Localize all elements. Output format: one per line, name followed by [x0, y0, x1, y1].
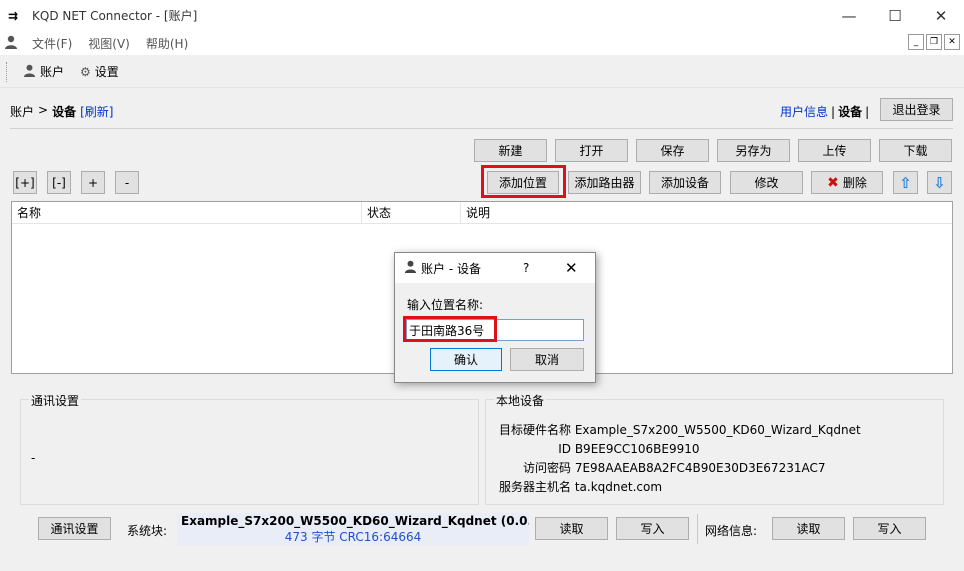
title-bar: ⇉ KQD NET Connector - [账户] — ☐ ✕: [0, 0, 964, 31]
column-header-name[interactable]: 名称: [12, 202, 362, 223]
comm-settings-group: 通讯设置 -: [20, 392, 479, 505]
breadcrumb-root[interactable]: 账户: [10, 103, 34, 120]
confirm-button[interactable]: 确认: [430, 348, 502, 371]
refresh-link[interactable]: [刷新]: [80, 103, 113, 120]
dialog-title: 账户 - 设备: [421, 261, 481, 276]
breadcrumb: 账户 > 设备 [刷新]: [10, 103, 113, 120]
network-info-label: 网络信息:: [705, 524, 758, 538]
system-block-read-button[interactable]: 读取: [535, 517, 608, 540]
user-icon: [4, 35, 18, 52]
toolbar-account-button[interactable]: 账户: [15, 63, 72, 80]
collapse-all-button[interactable]: [-]: [47, 171, 71, 194]
expand-button[interactable]: +: [81, 171, 105, 194]
system-block-label: 系统块:: [127, 524, 168, 538]
app-logo-icon: ⇉: [8, 8, 19, 23]
mdi-minimize-button[interactable]: _: [908, 34, 924, 50]
comm-settings-value: -: [31, 451, 36, 465]
add-router-button[interactable]: 添加路由器: [568, 171, 641, 194]
id-value: B9EE9CC106BE9910: [574, 442, 700, 456]
location-name-prompt: 输入位置名称:: [407, 298, 484, 312]
mdi-close-button[interactable]: ✕: [944, 34, 960, 50]
menu-file[interactable]: 文件(F): [24, 35, 80, 52]
download-button[interactable]: 下载: [879, 139, 952, 162]
comm-settings-button[interactable]: 通讯设置: [38, 517, 111, 540]
local-device-info: 目标硬件名称 Example_S7x200_W5500_KD60_Wizard_…: [497, 421, 861, 497]
close-button[interactable]: ✕: [918, 0, 964, 31]
system-block-size: 473 字节 CRC16:64664: [284, 530, 422, 544]
hardware-name-value: Example_S7x200_W5500_KD60_Wizard_Kqdnet: [574, 423, 861, 437]
save-button[interactable]: 保存: [636, 139, 709, 162]
cancel-button[interactable]: 取消: [510, 348, 584, 371]
menu-help[interactable]: 帮助(H): [138, 35, 196, 52]
upload-button[interactable]: 上传: [798, 139, 871, 162]
network-read-button[interactable]: 读取: [772, 517, 845, 540]
move-up-button[interactable]: ⇧: [893, 171, 918, 194]
link-separator: |: [865, 104, 870, 119]
breadcrumb-separator: >: [38, 103, 49, 117]
delete-x-icon: ✖: [827, 174, 839, 191]
toolbar-account-label: 账户: [40, 65, 65, 79]
hardware-name-label: 目标硬件名称: [498, 423, 571, 437]
devices-link[interactable]: 设备: [838, 103, 862, 120]
dialog-title-bar: 账户 - 设备 ? ✕: [395, 253, 595, 283]
table-header: 名称 状态 说明: [12, 202, 952, 224]
modify-button[interactable]: 修改: [730, 171, 803, 194]
comm-settings-title: 通讯设置: [29, 392, 82, 409]
collapse-button[interactable]: -: [115, 171, 139, 194]
add-device-button[interactable]: 添加设备: [649, 171, 721, 194]
maximize-button[interactable]: ☐: [872, 0, 918, 31]
link-separator: |: [831, 104, 836, 119]
gear-icon: ⚙: [80, 64, 91, 79]
add-location-button[interactable]: 添加位置: [487, 171, 559, 194]
mdi-restore-button[interactable]: ❐: [926, 34, 942, 50]
open-button[interactable]: 打开: [555, 139, 628, 162]
password-label: 访问密码: [522, 461, 571, 475]
user-icon: [23, 64, 36, 80]
add-location-dialog: 账户 - 设备 ? ✕ 输入位置名称: 确认 取消: [394, 252, 596, 383]
password-value: 7E98AAEAB8A2FC4B90E30D3E67231AC7: [574, 461, 826, 475]
arrow-up-icon: ⇧: [899, 173, 912, 192]
column-header-description[interactable]: 说明: [461, 202, 952, 223]
network-write-button[interactable]: 写入: [853, 517, 926, 540]
status-separator: [697, 514, 698, 544]
save-as-button[interactable]: 另存为: [717, 139, 790, 162]
delete-label: 删除: [842, 176, 867, 190]
toolbar: 账户 ⚙ 设置: [0, 56, 964, 88]
id-label: ID: [558, 442, 571, 456]
system-block-info: Example_S7x200_W5500_KD60_Wizard_Kqdnet …: [177, 513, 529, 545]
user-links: 用户信息 | 设备 |: [780, 103, 872, 120]
column-header-status[interactable]: 状态: [362, 202, 461, 223]
user-info-link[interactable]: 用户信息: [780, 103, 828, 120]
dialog-help-button[interactable]: ?: [523, 261, 529, 275]
move-down-button[interactable]: ⇩: [927, 171, 952, 194]
server-host-value: ta.kqdnet.com: [574, 480, 663, 494]
dialog-close-button[interactable]: ✕: [565, 259, 578, 277]
server-host-label: 服务器主机名: [498, 480, 571, 494]
logout-button[interactable]: 退出登录: [880, 98, 953, 121]
breadcrumb-current: 设备: [52, 105, 77, 119]
system-block-write-button[interactable]: 写入: [616, 517, 689, 540]
menu-view[interactable]: 视图(V): [80, 35, 138, 52]
local-device-title: 本地设备: [494, 392, 547, 409]
toolbar-settings-button[interactable]: ⚙ 设置: [72, 63, 127, 80]
new-button[interactable]: 新建: [474, 139, 547, 162]
divider: [10, 128, 953, 129]
expand-all-button[interactable]: [+]: [13, 171, 37, 194]
user-icon: [404, 260, 417, 276]
toolbar-grip: [6, 61, 9, 82]
toolbar-settings-label: 设置: [94, 65, 119, 79]
menu-bar: 文件(F) 视图(V) 帮助(H) _ ❐ ✕: [0, 31, 964, 55]
location-name-input[interactable]: [406, 319, 584, 341]
minimize-button[interactable]: —: [826, 0, 872, 31]
window-title: KQD NET Connector - [账户]: [32, 9, 198, 23]
delete-button[interactable]: ✖ 删除: [811, 171, 883, 194]
system-block-name: Example_S7x200_W5500_KD60_Wizard_Kqdnet …: [181, 514, 529, 528]
arrow-down-icon: ⇩: [933, 173, 946, 192]
